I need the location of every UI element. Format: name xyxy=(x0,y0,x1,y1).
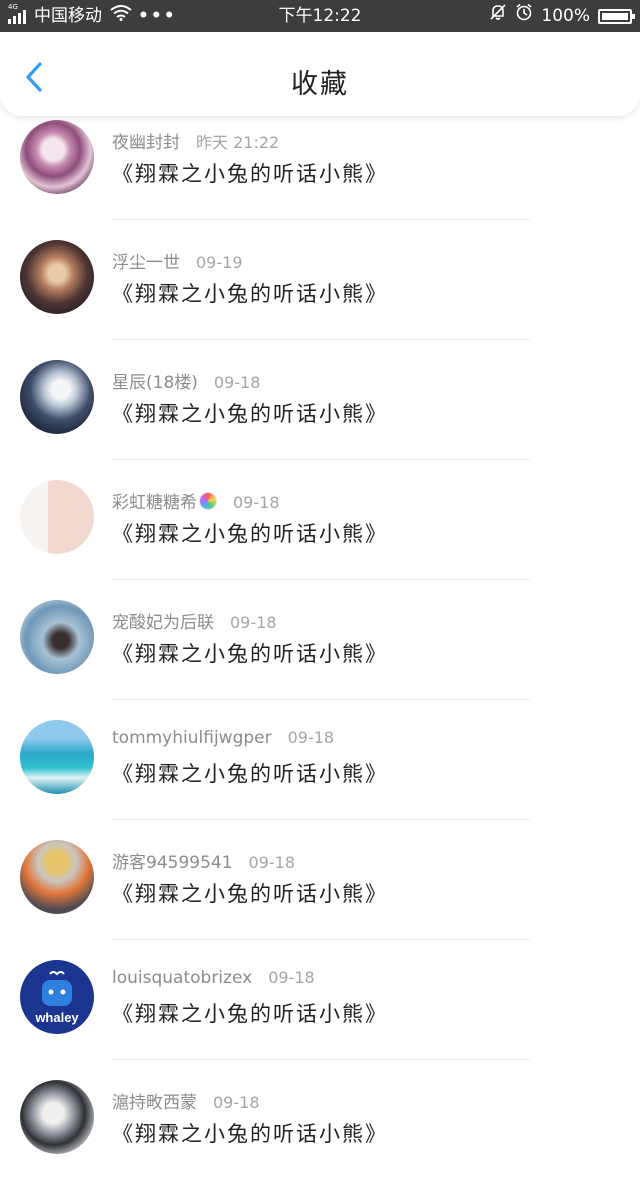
battery-percent: 100% xyxy=(541,6,590,26)
avatar[interactable] xyxy=(20,600,94,674)
status-bar: 4G 中国移动 ••• 下午12:22 100% xyxy=(0,0,640,32)
item-meta: 夜幽封封 昨天 21:22 xyxy=(112,128,279,153)
timestamp: 昨天 21:22 xyxy=(196,133,280,152)
avatar[interactable]: whaley xyxy=(20,960,94,1034)
list-item[interactable]: 滬持畋西蒙 09-18 《翔霖之小兔的听话小熊》 xyxy=(0,1060,640,1180)
list-item[interactable]: 星辰(18楼) 09-18 《翔霖之小兔的听话小熊》 xyxy=(0,340,640,460)
item-meta: 滬持畋西蒙 09-18 xyxy=(112,1088,260,1113)
avatar[interactable] xyxy=(20,240,94,314)
item-meta: louisquatobrizex 09-18 xyxy=(112,968,315,988)
list-item[interactable]: 彩虹糖糖希 09-18 《翔霖之小兔的听话小熊》 xyxy=(0,460,640,580)
item-content[interactable]: 《翔霖之小兔的听话小熊》 xyxy=(112,1118,388,1148)
timestamp: 09-18 xyxy=(233,493,280,512)
username[interactable]: 游客94599541 xyxy=(112,853,233,873)
item-content[interactable]: 《翔霖之小兔的听话小熊》 xyxy=(112,758,388,788)
item-content[interactable]: 《翔霖之小兔的听话小熊》 xyxy=(112,998,388,1028)
item-content[interactable]: 《翔霖之小兔的听话小熊》 xyxy=(112,158,388,188)
username[interactable]: tommyhiulfijwgper xyxy=(112,728,272,748)
list-item[interactable]: tommyhiulfijwgper 09-18 《翔霖之小兔的听话小熊》 xyxy=(0,700,640,820)
timestamp: 09-18 xyxy=(213,1093,260,1112)
timestamp: 09-18 xyxy=(268,968,315,987)
item-content[interactable]: 《翔霖之小兔的听话小熊》 xyxy=(112,518,388,548)
nav-header: 收藏 xyxy=(0,32,640,116)
svg-text:whaley: whaley xyxy=(34,1010,79,1025)
list-item[interactable]: 夜幽封封 昨天 21:22 《翔霖之小兔的听话小熊》 xyxy=(0,100,640,220)
item-meta: 游客94599541 09-18 xyxy=(112,848,295,873)
list-item[interactable]: 浮尘一世 09-19 《翔霖之小兔的听话小熊》 xyxy=(0,220,640,340)
mute-bell-icon xyxy=(489,0,507,32)
timestamp: 09-19 xyxy=(196,253,243,272)
item-content[interactable]: 《翔霖之小兔的听话小熊》 xyxy=(112,398,388,428)
item-meta: 浮尘一世 09-19 xyxy=(112,248,243,273)
item-meta: 彩虹糖糖希 09-18 xyxy=(112,488,280,513)
timestamp: 09-18 xyxy=(213,373,261,392)
username[interactable]: 星辰(18楼) xyxy=(112,373,198,393)
battery-icon xyxy=(598,8,635,24)
item-content[interactable]: 《翔霖之小兔的听话小熊》 xyxy=(112,278,388,308)
username[interactable]: 彩虹糖糖希 xyxy=(112,493,197,513)
list-item[interactable]: 游客94599541 09-18 《翔霖之小兔的听话小熊》 xyxy=(0,820,640,940)
whale-logo-icon: whaley xyxy=(34,971,79,1025)
list-item[interactable]: 宠酸妃为后联 09-18 《翔霖之小兔的听话小熊》 xyxy=(0,580,640,700)
list-item[interactable]: whaley louisquatobrizex 09-18 《翔霖之小兔的听话小熊… xyxy=(0,940,640,1060)
username[interactable]: 夜幽封封 xyxy=(112,133,180,153)
item-meta: 宠酸妃为后联 09-18 xyxy=(112,608,277,633)
timestamp: 09-18 xyxy=(230,613,277,632)
avatar[interactable] xyxy=(20,360,94,434)
lollipop-icon xyxy=(199,492,217,510)
item-meta: 星辰(18楼) 09-18 xyxy=(112,368,260,393)
avatar[interactable] xyxy=(20,720,94,794)
alarm-clock-icon xyxy=(515,0,533,32)
item-content[interactable]: 《翔霖之小兔的听话小熊》 xyxy=(112,878,388,908)
page-title: 收藏 xyxy=(291,69,349,100)
timestamp: 09-18 xyxy=(248,853,296,872)
avatar[interactable] xyxy=(20,1080,94,1154)
username[interactable]: louisquatobrizex xyxy=(112,968,252,988)
avatar[interactable] xyxy=(20,840,94,914)
status-right: 100% xyxy=(481,0,635,32)
username[interactable]: 浮尘一世 xyxy=(112,253,180,273)
username[interactable]: 滬持畋西蒙 xyxy=(112,1093,197,1113)
item-meta: tommyhiulfijwgper 09-18 xyxy=(112,728,334,748)
avatar[interactable] xyxy=(20,120,94,194)
item-content[interactable]: 《翔霖之小兔的听话小熊》 xyxy=(112,638,388,668)
timestamp: 09-18 xyxy=(287,728,335,747)
username[interactable]: 宠酸妃为后联 xyxy=(112,613,214,633)
avatar[interactable] xyxy=(20,480,94,554)
